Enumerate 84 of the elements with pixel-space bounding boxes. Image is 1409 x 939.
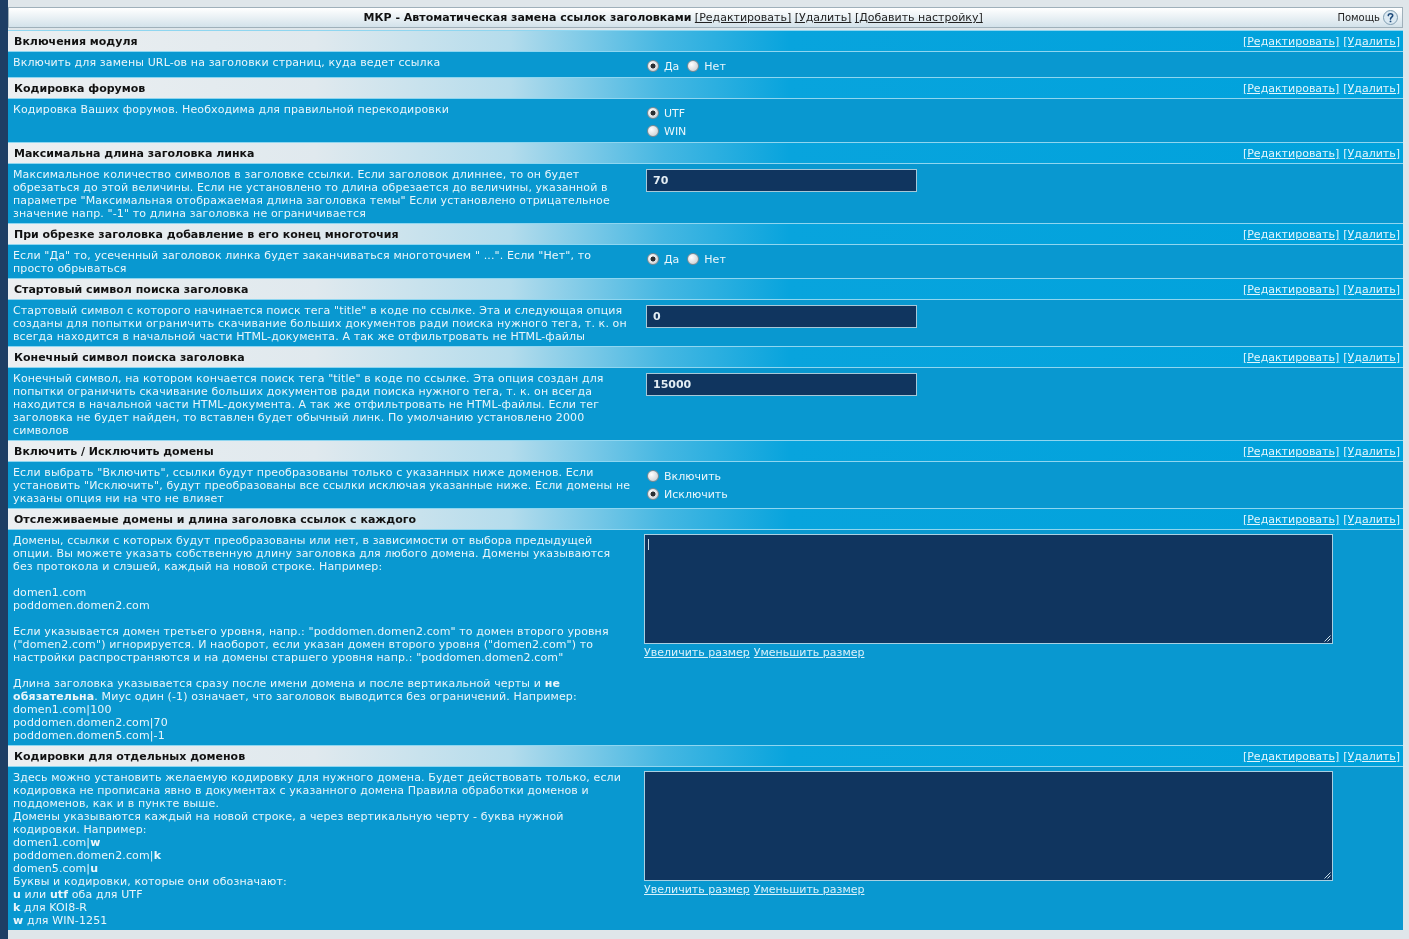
action-link[interactable]: [Редактировать] (1242, 282, 1340, 296)
action-link[interactable]: [Редактировать] (1242, 34, 1340, 48)
action-link[interactable]: [Удалить] (1343, 282, 1400, 296)
section-title: При обрезке заголовка добавление в его конец многоточия (14, 227, 399, 241)
resize-link[interactable]: Увеличить размер (644, 883, 750, 896)
module-title: МКР - Автоматическая замена ссылок заголовками (363, 11, 692, 24)
section-title: Кодировка форумов (14, 81, 146, 95)
action-link[interactable]: [Редактировать] (1242, 146, 1340, 160)
description-text: k для KOI8-R (13, 901, 89, 914)
description-text: Если указывается домен третьего уровня, напр.: "poddomen.domen2.com" то домен второго уровня ("domen2.com") игнорируется. И наоборот, если указан домен второго уровня ("domen2.com") то настройки распространяются и на домены старшего уровня напр.: "poddomen.domen2.com" (13, 625, 610, 664)
radio-button[interactable] (647, 107, 659, 119)
radio-option[interactable]: UTF (647, 105, 686, 121)
text-area[interactable] (644, 534, 1333, 644)
description-text: Стартовый символ с которого начинается поиск тега "title" в коде по ссылке. Эта и следующая опция созданы для попытки ограничить скачивание больших документов ради поиска нужного тега, т. к. он всегда находится в начальной части HTML-документа. А так же отфильтровать не HTML-файлы (13, 304, 628, 343)
radio-button[interactable] (647, 470, 659, 482)
description-text: domen5.com|u (13, 862, 100, 875)
radio-button[interactable] (687, 253, 700, 265)
radio-option[interactable]: Нет (687, 58, 726, 74)
description-text: domen1.com|100 (13, 703, 113, 716)
description-text: poddomen.domen5.com|-1 (13, 729, 166, 742)
description-text: domen1.com|w (13, 836, 102, 849)
radio-button[interactable] (647, 125, 659, 137)
radio-option[interactable]: Нет (687, 251, 726, 267)
action-link[interactable]: [Удалить] (1343, 512, 1400, 526)
help-icon[interactable] (1383, 10, 1398, 25)
action-link[interactable]: [Редактировать] (1242, 81, 1340, 95)
description-text: poddomen.domen2.com|k (13, 849, 163, 862)
radio-button[interactable] (687, 60, 700, 72)
description-text: Если "Да" то, усеченный заголовок линка будет заканчиваться многоточием " ...". Если "Нет", то просто обрываться (13, 249, 593, 275)
radio-button[interactable] (647, 488, 659, 500)
description-text: Если выбрать "Включить", ссылки будут преобразованы только с указанных ниже доменов. Если установить "Исключить", будут преобразованы все ссылки исключая указанные ниже. Если домены не указаны опция ни на что не влияет (13, 466, 632, 505)
action-link[interactable]: [Редактировать] (694, 11, 792, 24)
radio-button[interactable] (647, 60, 659, 72)
action-link[interactable]: [Удалить] (1343, 444, 1400, 458)
action-link[interactable]: [Удалить] (1343, 146, 1400, 160)
description-text: Включить для замены URL-ов на заголовки страниц, куда ведет ссылка (13, 56, 442, 69)
text-input[interactable]: 0 (646, 305, 917, 328)
section-title: Отслеживаемые домены и длина заголовка ссылок с каждого (14, 512, 417, 526)
radio-button[interactable] (647, 253, 659, 265)
action-link[interactable]: [Удалить] (1343, 34, 1400, 48)
action-link[interactable]: [Удалить] (794, 11, 852, 24)
resize-link[interactable]: Уменьшить размер (753, 883, 865, 896)
description-text: u или utf оба для UTF (13, 888, 144, 901)
description-text: domen1.com (13, 586, 88, 599)
section-title: Включения модуля (14, 34, 138, 48)
section-title: Стартовый символ поиска заголовка (14, 282, 249, 296)
radio-option[interactable]: Исключить (647, 486, 728, 502)
radio-option[interactable]: Да (647, 58, 680, 74)
section-title: Конечный символ поиска заголовка (14, 350, 245, 364)
action-link[interactable]: [Удалить] (1343, 81, 1400, 95)
action-link[interactable]: [Добавить настройку] (854, 11, 983, 24)
help-link[interactable]: Помощь (1337, 10, 1402, 25)
description-text: Домены, ссылки с которых будут преобразованы или нет, в зависимости от выбора предыдущей опции. Вы можете указать собственную длину заголовка для любого домена. Домены указываются без протокола и слэшей, каждый на новой строке. Например: (13, 534, 612, 573)
description-text: w для WIN-1251 (13, 914, 109, 927)
action-link[interactable]: [Редактировать] (1242, 512, 1340, 526)
resize-link[interactable]: Увеличить размер (644, 646, 750, 659)
description-text: Кодировка Ваших форумов. Необходима для правильной перекодировки (13, 103, 450, 116)
action-link[interactable]: [Редактировать] (1242, 227, 1340, 241)
description-text: Конечный символ, на котором кончается поиск тега "title" в коде по ссылке. Эта опция создан для попытки ограничить скачивание больших документов ради поиска нужного тега, т. к. он всегда находится в начальной части HTML-документа. А так же отфильтровать не HTML-файлы. Если тег заголовка не будет найден, то вставлен будет обычный линк. По умолчанию установлено 2000 символов (13, 372, 605, 437)
description-text: poddomen.domen2.com|70 (13, 716, 169, 729)
description-text: Буквы и кодировки, которые они обозначают: (13, 875, 288, 888)
resize-link[interactable]: Уменьшить размер (753, 646, 865, 659)
text-input[interactable]: 15000 (646, 373, 917, 396)
action-link[interactable]: [Удалить] (1343, 350, 1400, 364)
description-text: Длина заголовка указывается сразу после имени домена и после вертикальной черты и не обязательна. Миус один (-1) означает, что заголовок выводится без ограничений. Например: (13, 677, 578, 703)
section-title: Максимальна длина заголовка линка (14, 146, 255, 160)
action-link[interactable]: [Удалить] (1343, 749, 1400, 763)
text-area[interactable] (644, 771, 1333, 881)
description-text: Здесь можно установить желаемую кодировку для нужного домена. Будет действовать только, если кодировка не прописана явно в документах с указанного домена Правила обработки доменов и поддоменов, как и в пункте выше. (13, 771, 622, 810)
description-text: Домены указываются каждый на новой строке, а через вертикальную черту - буква нужной кодировки. Например: (13, 810, 565, 836)
description-text: Максимальное количество символов в заголовке ссылки. Если заголовок длиннее, то он будет обрезаться до этой величины. Если не установлено то длина обрезается до величины, указанной в параметре "Максимальная отображаемая длина заголовка темы" Если установлено отрицательное значение напр. "-1" то длина заголовка не ограничивается (13, 168, 611, 220)
action-link[interactable]: [Редактировать] (1242, 444, 1340, 458)
description-text: poddomen.domen2.com (13, 599, 151, 612)
radio-option[interactable]: Да (647, 251, 680, 267)
action-link[interactable]: [Удалить] (1343, 227, 1400, 241)
resize-grip-icon[interactable] (1324, 635, 1331, 642)
resize-grip-icon[interactable] (1324, 872, 1331, 879)
action-link[interactable]: [Редактировать] (1242, 749, 1340, 763)
section-title: Кодировки для отдельных доменов (14, 749, 246, 763)
radio-option[interactable]: WIN (647, 123, 687, 139)
radio-option[interactable]: Включить (647, 468, 722, 484)
action-link[interactable]: [Редактировать] (1242, 350, 1340, 364)
section-title: Включить / Исключить домены (14, 444, 214, 458)
text-input[interactable]: 70 (646, 169, 917, 192)
